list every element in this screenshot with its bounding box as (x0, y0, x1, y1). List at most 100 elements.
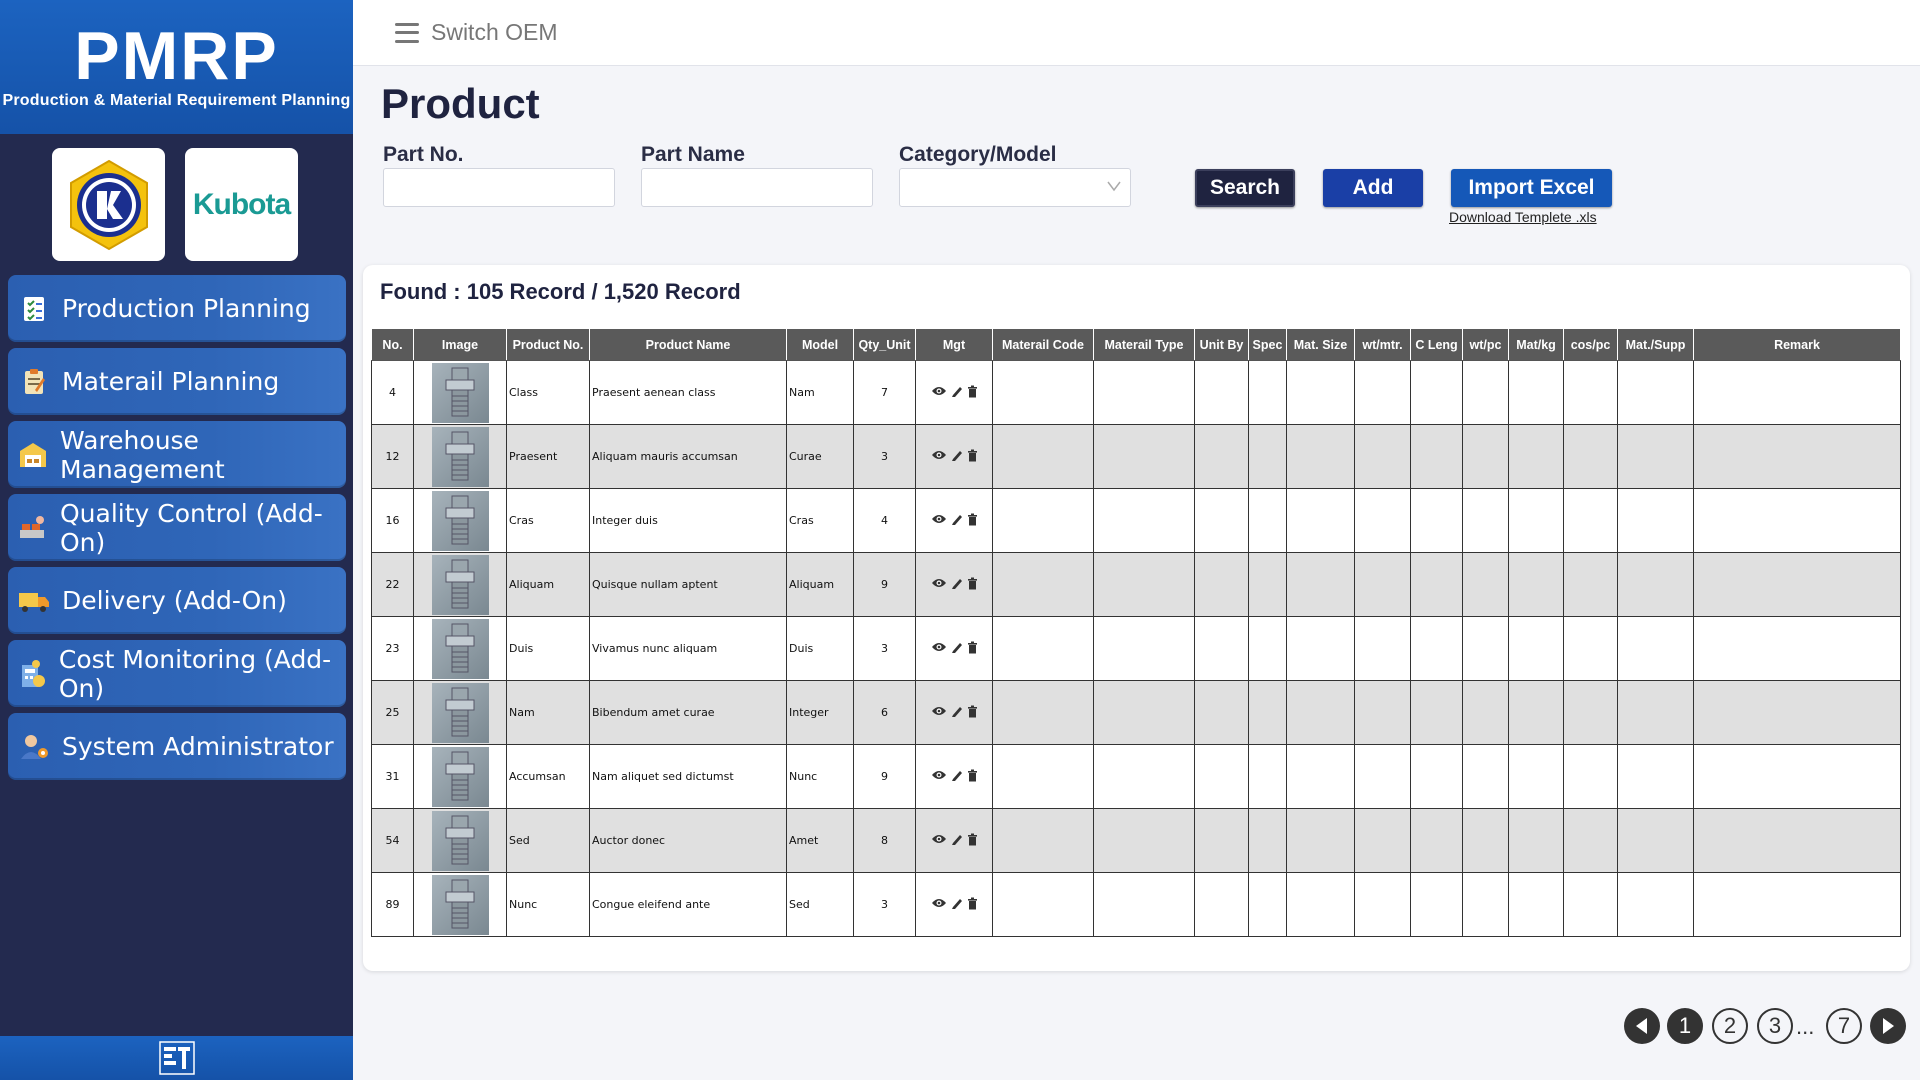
brand-subtitle: Production & Material Requirement Planni… (2, 92, 351, 109)
view-icon[interactable] (931, 577, 947, 592)
column-header[interactable]: Qty_Unit (853, 328, 916, 361)
cell-empty (1248, 360, 1287, 425)
search-button[interactable]: Search (1195, 169, 1295, 207)
edit-icon[interactable] (951, 385, 963, 401)
column-header[interactable]: C Leng (1410, 328, 1463, 361)
menu-item-materail-planning[interactable]: Materail Planning (8, 348, 346, 415)
product-image[interactable] (431, 810, 489, 871)
cell-empty (1093, 744, 1195, 809)
product-image[interactable] (431, 426, 489, 487)
cell-empty (1248, 616, 1287, 681)
next-page-button[interactable] (1870, 1008, 1906, 1044)
view-icon[interactable] (931, 449, 947, 464)
column-header[interactable]: Spec (1248, 328, 1287, 361)
edit-icon[interactable] (951, 513, 963, 529)
column-header[interactable]: Image (413, 328, 507, 361)
menu-label: System Administrator (62, 732, 334, 761)
product-image[interactable] (431, 746, 489, 807)
column-header[interactable]: Materail Code (992, 328, 1094, 361)
edit-icon[interactable] (951, 577, 963, 593)
delete-icon[interactable] (967, 833, 978, 849)
cell-no: 16 (371, 488, 414, 553)
menu-item-delivery[interactable]: Delivery (Add-On) (8, 567, 346, 634)
column-header[interactable]: Model (786, 328, 854, 361)
delete-icon[interactable] (967, 705, 978, 721)
cell-empty (1248, 424, 1287, 489)
edit-icon[interactable] (951, 641, 963, 657)
column-header[interactable]: Unit By (1194, 328, 1249, 361)
column-header[interactable]: wt/pc (1462, 328, 1509, 361)
menu-item-cost-monitoring[interactable]: Cost Monitoring (Add-On) (8, 640, 346, 707)
cell-empty (1693, 616, 1901, 681)
column-header[interactable]: Mat/kg (1508, 328, 1564, 361)
delete-icon[interactable] (967, 385, 978, 401)
delete-icon[interactable] (967, 577, 978, 593)
add-button[interactable]: Add (1323, 169, 1423, 207)
cell-mgt (915, 488, 993, 553)
delete-icon[interactable] (967, 641, 978, 657)
menu-item-warehouse-management[interactable]: Warehouse Management (8, 421, 346, 488)
cell-product-name: Quisque nullam aptent (589, 552, 787, 617)
menu-item-production-planning[interactable]: Production Planning (8, 275, 346, 342)
view-icon[interactable] (931, 833, 947, 848)
edit-icon[interactable] (951, 449, 963, 465)
column-header[interactable]: wt/mtr. (1354, 328, 1411, 361)
menu-item-quality-control[interactable]: Quality Control (Add-On) (8, 494, 346, 561)
view-icon[interactable] (931, 513, 947, 528)
cell-empty (1410, 744, 1463, 809)
edit-icon[interactable] (951, 897, 963, 913)
page-button-3[interactable]: 3 (1757, 1008, 1793, 1044)
cell-empty (1563, 872, 1618, 937)
column-header[interactable]: No. (371, 328, 414, 361)
product-image[interactable] (431, 554, 489, 615)
menu-item-system-administrator[interactable]: System Administrator (8, 713, 346, 780)
page-button-1[interactable]: 1 (1667, 1008, 1703, 1044)
view-icon[interactable] (931, 897, 947, 912)
view-icon[interactable] (931, 769, 947, 784)
edit-icon[interactable] (951, 833, 963, 849)
page-button-7[interactable]: 7 (1826, 1008, 1862, 1044)
product-image[interactable] (431, 490, 489, 551)
column-header[interactable]: Mat. Size (1286, 328, 1355, 361)
view-icon[interactable] (931, 385, 947, 400)
cell-image (413, 744, 507, 809)
edit-icon[interactable] (951, 769, 963, 785)
sk-logo[interactable] (52, 148, 165, 261)
switch-oem-link[interactable]: Switch OEM (431, 19, 558, 46)
cell-image (413, 488, 507, 553)
table-row: 4 Class Praesent aenean class Nam 7 (371, 360, 1901, 425)
part-name-input[interactable] (641, 168, 873, 207)
cell-empty (1462, 552, 1509, 617)
cell-empty (1354, 872, 1411, 937)
product-image[interactable] (431, 682, 489, 743)
product-image[interactable] (431, 874, 489, 935)
hamburger-menu-icon[interactable] (395, 22, 419, 43)
product-image[interactable] (431, 618, 489, 679)
delete-icon[interactable] (967, 897, 978, 913)
part-no-input[interactable] (383, 168, 615, 207)
delete-icon[interactable] (967, 769, 978, 785)
prev-page-button[interactable] (1624, 1008, 1660, 1044)
warehouse-icon (18, 439, 48, 471)
cell-model: Curae (786, 424, 854, 489)
column-header[interactable]: Remark (1693, 328, 1901, 361)
page-button-2[interactable]: 2 (1712, 1008, 1748, 1044)
category-model-select[interactable] (899, 168, 1131, 207)
product-image[interactable] (431, 362, 489, 423)
column-header[interactable]: Product No. (506, 328, 590, 361)
cell-empty (1410, 360, 1463, 425)
kubota-logo[interactable]: Kubota (185, 148, 298, 261)
column-header[interactable]: cos/pc (1563, 328, 1618, 361)
column-header[interactable]: Product Name (589, 328, 787, 361)
column-header[interactable]: Mat./Supp (1617, 328, 1694, 361)
view-icon[interactable] (931, 641, 947, 656)
download-template-link[interactable]: Download Templete .xls (1449, 209, 1597, 225)
import-excel-button[interactable]: Import Excel (1451, 169, 1612, 207)
column-header[interactable]: Materail Type (1093, 328, 1195, 361)
delete-icon[interactable] (967, 449, 978, 465)
delete-icon[interactable] (967, 513, 978, 529)
edit-icon[interactable] (951, 705, 963, 721)
view-icon[interactable] (931, 705, 947, 720)
cell-empty (1194, 872, 1249, 937)
column-header[interactable]: Mgt (915, 328, 993, 361)
